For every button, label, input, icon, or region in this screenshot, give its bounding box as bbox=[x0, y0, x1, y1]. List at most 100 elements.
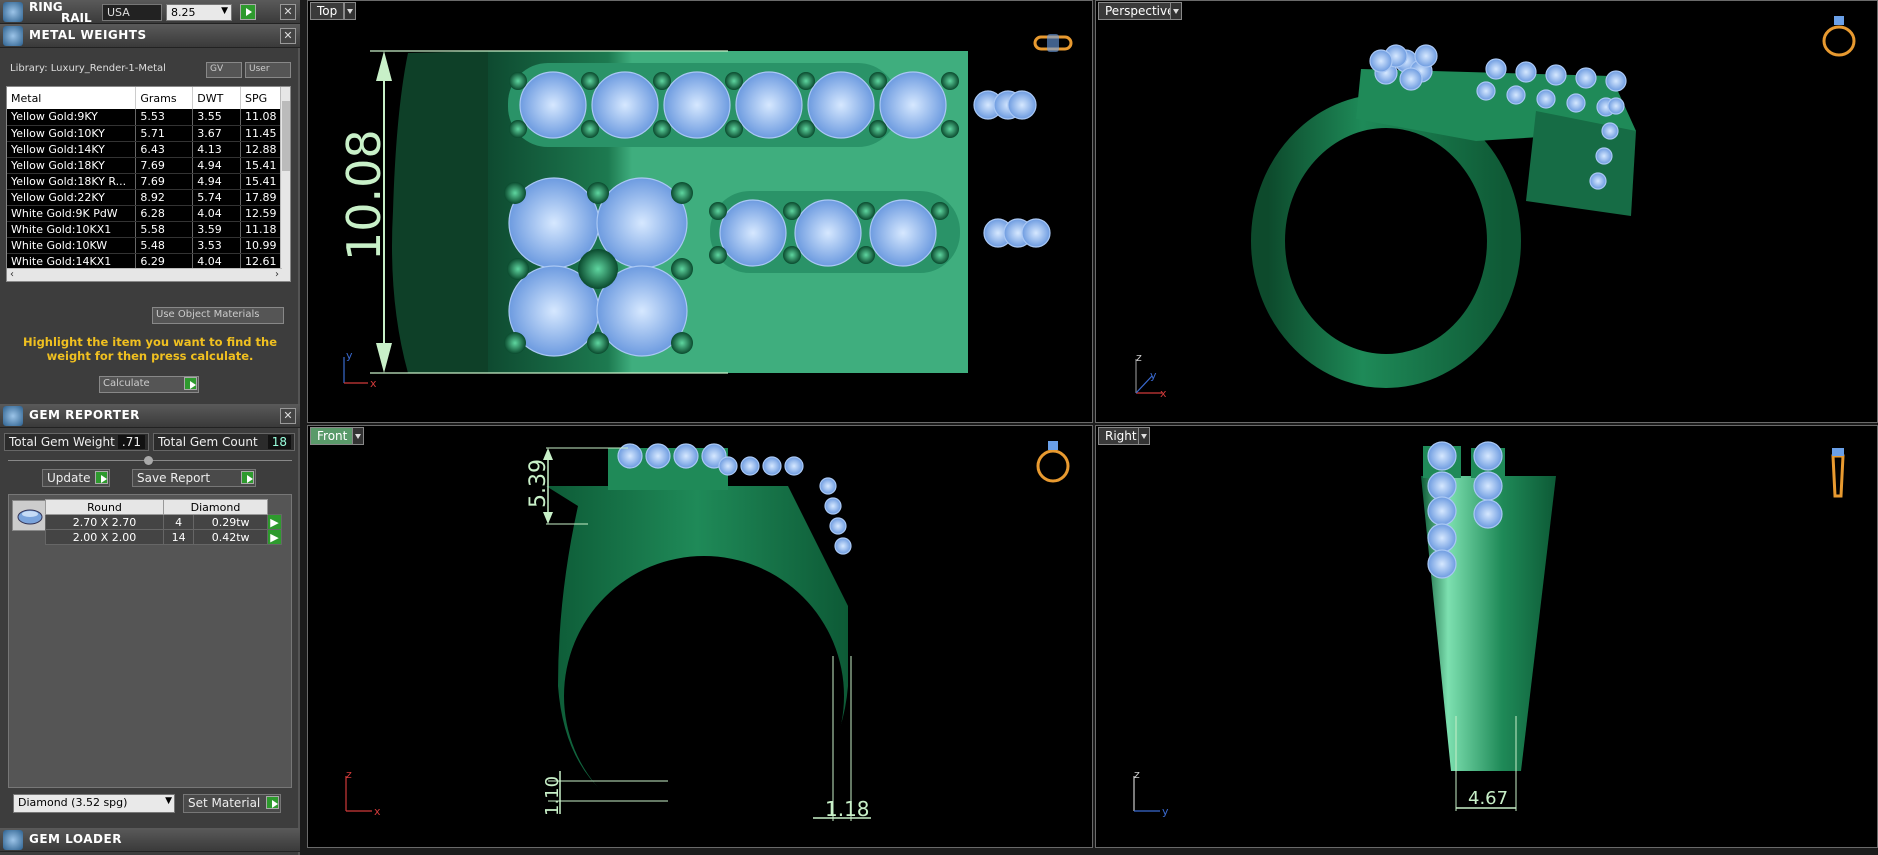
gem-table[interactable]: Round Diamond 2.70 X 2.70 4 0.29tw ▶ 2.00 X … bbox=[8, 494, 292, 788]
prong-bead bbox=[931, 202, 949, 220]
vertical-scrollbar[interactable] bbox=[280, 87, 290, 281]
prong-bead bbox=[509, 72, 527, 90]
prong-bead bbox=[709, 246, 727, 264]
col-dwt[interactable]: DWT bbox=[192, 87, 242, 109]
front-view-tab[interactable]: Front bbox=[310, 427, 355, 445]
table-row[interactable]: White Gold:9K PdW 6.28 4.04 12.59 bbox=[7, 205, 282, 222]
metal-weights-table[interactable]: Metal Grams DWT SPG Yellow Gold:9KY 5.53 3… bbox=[6, 86, 291, 282]
close-icon[interactable]: ✕ bbox=[280, 28, 296, 44]
table-row[interactable]: Yellow Gold:22KY 8.92 5.74 17.89 bbox=[7, 189, 282, 206]
spg-cell: 11.18 bbox=[240, 221, 282, 238]
chevron-down-icon[interactable]: ▼ bbox=[221, 6, 228, 16]
set-material-go-icon[interactable] bbox=[266, 796, 279, 809]
table-row[interactable]: White Gold:10KW 5.48 3.53 10.99 bbox=[7, 237, 282, 254]
top-view-dropdown[interactable] bbox=[344, 2, 356, 20]
close-icon[interactable]: ✕ bbox=[280, 408, 296, 424]
dwt-cell: 5.74 bbox=[192, 189, 242, 206]
horizontal-scrollbar[interactable]: ‹ › bbox=[7, 268, 282, 281]
table-row[interactable]: Yellow Gold:14KY 6.43 4.13 12.88 bbox=[7, 141, 282, 158]
chevron-down-icon[interactable]: ▼ bbox=[165, 796, 172, 806]
scroll-right-icon[interactable]: › bbox=[275, 269, 279, 280]
table-row[interactable]: Yellow Gold:18KY 7.69 4.94 15.41 bbox=[7, 157, 282, 174]
grams-cell: 5.58 bbox=[135, 221, 194, 238]
prong-bead bbox=[797, 72, 815, 90]
diamond-gem bbox=[645, 443, 671, 469]
dwt-cell: 3.59 bbox=[192, 221, 242, 238]
save-report-label: Save Report bbox=[137, 471, 211, 485]
front-view-canvas[interactable]: 5.39 1.10 1.18 z x bbox=[308, 426, 1093, 848]
gem-loader-header: GEM LOADER bbox=[0, 828, 300, 852]
update-go-icon[interactable] bbox=[95, 471, 108, 484]
gem-reporter-header: GEM REPORTER ✕ bbox=[0, 404, 300, 428]
gem-weight-cell: 0.42tw bbox=[193, 529, 268, 545]
front-dim-bottom: 1.10 bbox=[542, 776, 563, 816]
table-row[interactable]: Yellow Gold:18KY R... 7.69 4.94 15.41 bbox=[7, 173, 282, 190]
front-view-dropdown[interactable] bbox=[352, 427, 364, 445]
gv-button[interactable]: GV bbox=[206, 62, 242, 78]
right-viewport[interactable]: 4.67 z y Right bbox=[1095, 425, 1878, 848]
col-grams[interactable]: Grams bbox=[135, 87, 194, 109]
front-axis-x: x bbox=[374, 805, 381, 818]
prong-bead bbox=[725, 120, 743, 138]
gem-reporter-icon bbox=[3, 406, 23, 426]
prong-bead bbox=[783, 202, 801, 220]
ring-rail-go-button[interactable] bbox=[240, 4, 256, 20]
gem-row-go-button[interactable]: ▶ bbox=[267, 529, 282, 545]
prong-bead bbox=[783, 246, 801, 264]
update-button[interactable]: Update bbox=[42, 469, 110, 487]
perspective-view-tab[interactable]: Perspective bbox=[1098, 2, 1182, 20]
splitter-handle[interactable] bbox=[144, 456, 153, 465]
prong-bead bbox=[671, 332, 693, 354]
col-metal[interactable]: Metal bbox=[7, 87, 137, 109]
ring-rail-header: RING RAIL USA 8.25 ▼ ✕ bbox=[0, 0, 300, 25]
right-view-tab[interactable]: Right bbox=[1098, 427, 1144, 445]
metal-cell: Yellow Gold:9KY bbox=[7, 109, 137, 126]
material-select[interactable]: Diamond (3.52 spg) ▼ bbox=[13, 794, 175, 813]
set-material-button[interactable]: Set Material bbox=[183, 794, 281, 813]
table-row[interactable]: White Gold:10KX1 5.58 3.59 11.18 bbox=[7, 221, 282, 238]
calculate-go-icon[interactable] bbox=[184, 377, 197, 390]
close-icon[interactable]: ✕ bbox=[280, 4, 296, 20]
gem-row-go-button[interactable]: ▶ bbox=[267, 514, 282, 530]
perspective-view-canvas[interactable]: z x y bbox=[1096, 1, 1878, 423]
top-viewport[interactable]: 10.08 y x Top bbox=[307, 0, 1093, 423]
table-row[interactable]: Yellow Gold:10KY 5.71 3.67 11.45 bbox=[7, 125, 282, 142]
scroll-left-icon[interactable]: ‹ bbox=[10, 269, 14, 280]
calculate-button[interactable]: Calculate bbox=[99, 376, 199, 393]
top-view-tab[interactable]: Top bbox=[310, 2, 345, 20]
use-object-materials-checkbox[interactable]: Use Object Materials bbox=[152, 307, 284, 324]
right-view-dropdown[interactable] bbox=[1138, 427, 1150, 445]
prong-bead bbox=[797, 120, 815, 138]
perspective-view-dropdown[interactable] bbox=[1170, 2, 1182, 20]
perspective-ring-icon bbox=[1822, 16, 1856, 57]
save-report-button[interactable]: Save Report bbox=[132, 469, 256, 487]
user-button[interactable]: User bbox=[245, 62, 291, 78]
scroll-thumb[interactable] bbox=[282, 101, 290, 171]
top-view-canvas[interactable]: 10.08 y x bbox=[308, 1, 1093, 423]
table-row[interactable]: White Gold:14KX1 6.29 4.04 12.61 bbox=[7, 253, 282, 270]
diamond-gem bbox=[1427, 471, 1457, 501]
diamond-gem bbox=[1607, 97, 1625, 115]
perspective-viewport[interactable]: z x y Perspective bbox=[1095, 0, 1878, 423]
diamond-gem bbox=[829, 517, 847, 535]
diamond-gem bbox=[673, 443, 699, 469]
gem-row[interactable]: 2.00 X 2.00 14 0.42tw ▶ bbox=[45, 529, 282, 545]
prong-bead bbox=[653, 120, 671, 138]
table-row[interactable]: Yellow Gold:9KY 5.53 3.55 11.08 bbox=[7, 109, 282, 126]
diamond-gem bbox=[1476, 81, 1496, 101]
save-report-go-icon[interactable] bbox=[241, 471, 254, 484]
total-gem-count-label: Total Gem Count 18 bbox=[153, 433, 295, 451]
country-select[interactable]: USA bbox=[102, 4, 162, 21]
top-view-label: Top bbox=[317, 4, 338, 18]
right-view-canvas[interactable]: 4.67 z y bbox=[1096, 426, 1878, 848]
ring-size-select[interactable]: 8.25 ▼ bbox=[166, 4, 232, 21]
round-diamond-icon bbox=[12, 500, 46, 531]
ring-size-value: 8.25 bbox=[171, 6, 196, 19]
col-spg[interactable]: SPG bbox=[240, 87, 282, 109]
front-viewport[interactable]: 5.39 1.10 1.18 z x Front bbox=[307, 425, 1093, 848]
metal-weights-header: METAL WEIGHTS ✕ bbox=[0, 24, 300, 48]
diamond-gem bbox=[1427, 441, 1457, 471]
gem-row[interactable]: 2.70 X 2.70 4 0.29tw ▶ bbox=[45, 514, 282, 530]
top-axis-y: y bbox=[346, 349, 353, 362]
diamond-gem bbox=[819, 477, 837, 495]
